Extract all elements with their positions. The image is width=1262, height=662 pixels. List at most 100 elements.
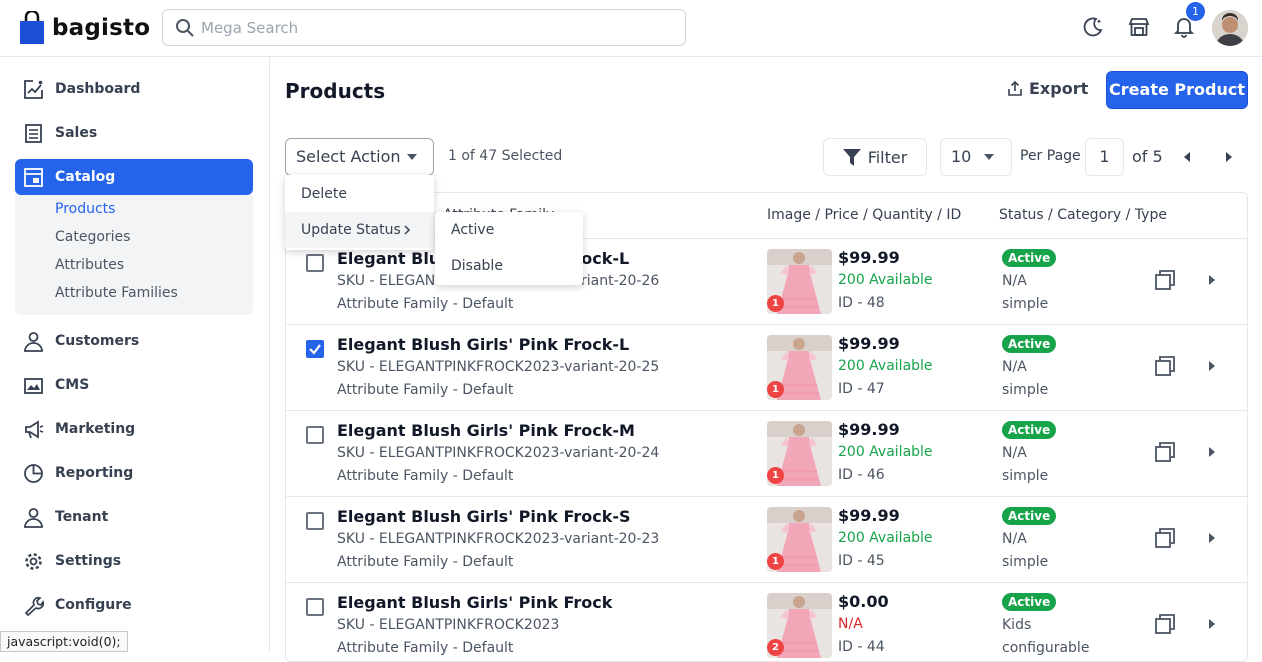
avatar[interactable] — [1212, 10, 1248, 46]
sidebar-item-label: Reporting — [55, 465, 134, 481]
copy-icon[interactable] — [1155, 442, 1175, 462]
copy-icon[interactable] — [1155, 356, 1175, 376]
product-name[interactable]: Elegant Blush Girls' Pink Frock — [337, 593, 612, 612]
sidebar-subitem-products[interactable]: Products — [55, 201, 115, 217]
product-category: N/A — [1002, 359, 1027, 375]
product-name[interactable]: Elegant Blush Girls' Pink Frock-L — [337, 335, 629, 354]
status-badge: Active — [1002, 249, 1057, 267]
status-option-disable[interactable]: Disable — [451, 258, 503, 274]
sidebar-item-tenant[interactable]: Tenant — [15, 499, 253, 535]
sidebar-subitem-categories[interactable]: Categories — [55, 229, 130, 245]
copy-icon[interactable] — [1155, 614, 1175, 634]
copy-icon[interactable] — [1155, 528, 1175, 548]
sidebar-item-reporting[interactable]: Reporting — [15, 455, 253, 491]
row-checkbox[interactable] — [306, 426, 324, 444]
product-sku: SKU - ELEGANTPINKFROCK2023-variant-20-23 — [337, 531, 660, 547]
product-price: $99.99 — [838, 420, 900, 439]
brand-name: bagisto — [52, 14, 151, 41]
sidebar-item-settings[interactable]: Settings — [15, 543, 253, 579]
sidebar-item-label: Dashboard — [55, 81, 141, 97]
search-input[interactable] — [201, 10, 671, 45]
search-box[interactable] — [162, 9, 686, 46]
storefront-icon[interactable] — [1128, 16, 1150, 38]
row-checkbox[interactable] — [306, 254, 324, 272]
filter-button[interactable]: Filter — [823, 138, 927, 176]
table-row: Elegant Blush Girls' Pink Frock-LSKU - E… — [286, 239, 1247, 325]
dark-mode-icon[interactable] — [1082, 16, 1104, 38]
action-dropdown-menu: Delete Update Status — [285, 175, 434, 250]
caret-down-icon — [984, 154, 994, 160]
row-expand-icon[interactable] — [1209, 533, 1215, 543]
per-page-select[interactable]: 10 — [940, 138, 1012, 176]
create-product-button[interactable]: Create Product — [1106, 71, 1248, 109]
sidebar-item-dashboard[interactable]: Dashboard — [15, 71, 253, 107]
product-attribute-family: Attribute Family - Default — [337, 382, 514, 398]
sales-icon — [25, 123, 42, 143]
update-status-label: Update Status — [301, 222, 401, 238]
delete-menu-item[interactable]: Delete — [285, 176, 434, 212]
table-row: Elegant Blush Girls' Pink Frock-S SKU - E… — [286, 497, 1247, 583]
product-name[interactable]: Elegant Blush Girls' Pink Frock-S — [337, 507, 631, 526]
sidebar-item-sales[interactable]: Sales — [15, 115, 253, 151]
product-name[interactable]: Elegant Blush Girls' Pink Frock-M — [337, 421, 635, 440]
product-price: $99.99 — [838, 506, 900, 525]
dashboard-icon — [24, 79, 43, 99]
product-sku: SKU - ELEGANTPINKFROCK2023-variant-20-24 — [337, 445, 660, 461]
update-status-submenu: Active Disable — [435, 212, 583, 285]
sidebar-item-configure[interactable]: Configure — [15, 587, 253, 623]
row-expand-icon[interactable] — [1209, 361, 1215, 371]
column-header-image-price[interactable]: Image / Price / Quantity / ID — [767, 207, 961, 223]
sidebar-item-label: Tenant — [55, 509, 109, 525]
product-quantity: 200 Available — [838, 530, 933, 546]
sidebar-item-marketing[interactable]: Marketing — [15, 411, 253, 447]
page-title: Products — [285, 79, 386, 103]
next-page-icon[interactable] — [1226, 152, 1232, 162]
image-count-badge: 1 — [767, 553, 784, 570]
prev-page-icon[interactable] — [1184, 152, 1190, 162]
update-status-menu-item[interactable]: Update Status — [285, 212, 434, 248]
sidebar-item-customers[interactable]: Customers — [15, 323, 253, 359]
image-count-badge: 1 — [767, 295, 784, 312]
row-checkbox[interactable] — [306, 512, 324, 530]
sidebar-item-catalog[interactable]: Catalog — [15, 159, 253, 195]
sidebar-subitem-attributes[interactable]: Attributes — [55, 257, 124, 273]
product-attribute-family: Attribute Family - Default — [337, 640, 514, 656]
sidebar-item-label: CMS — [55, 377, 90, 393]
column-header-status[interactable]: Status / Category / Type — [999, 207, 1167, 223]
reporting-icon — [24, 463, 43, 483]
filter-icon — [842, 148, 861, 166]
product-quantity: 200 Available — [838, 358, 933, 374]
select-action-dropdown[interactable]: Select Action — [285, 138, 434, 176]
row-checkbox[interactable] — [306, 340, 324, 358]
product-quantity: N/A — [838, 616, 863, 632]
wrench-icon — [24, 596, 44, 616]
product-type: simple — [1002, 554, 1049, 570]
export-button[interactable]: Export — [1007, 79, 1088, 98]
row-expand-icon[interactable] — [1209, 275, 1215, 285]
sidebar-item-label: Marketing — [55, 421, 136, 437]
copy-icon[interactable] — [1155, 270, 1175, 290]
row-expand-icon[interactable] — [1209, 447, 1215, 457]
page-number-input[interactable]: 1 — [1085, 138, 1124, 176]
select-action-label: Select Action — [296, 147, 401, 166]
row-expand-icon[interactable] — [1209, 619, 1215, 629]
catalog-submenu: Products Categories Attributes Attribute… — [15, 195, 253, 315]
product-price: $99.99 — [838, 248, 900, 267]
status-badge: Active — [1002, 335, 1057, 353]
export-icon — [1008, 80, 1022, 96]
logo[interactable]: bagisto — [19, 11, 150, 44]
status-option-active[interactable]: Active — [451, 222, 494, 238]
row-checkbox[interactable] — [306, 598, 324, 616]
product-price: $0.00 — [838, 592, 889, 611]
product-quantity: 200 Available — [838, 272, 933, 288]
sidebar-item-cms[interactable]: CMS — [15, 367, 253, 403]
product-attribute-family: Attribute Family - Default — [337, 468, 514, 484]
search-icon — [176, 19, 194, 37]
sidebar-subitem-attribute-families[interactable]: Attribute Families — [55, 285, 178, 301]
browser-status-bar: javascript:void(0); — [0, 631, 128, 652]
status-badge: Active — [1002, 593, 1057, 611]
image-count-badge: 2 — [767, 639, 784, 656]
status-badge: Active — [1002, 507, 1057, 525]
image-count-badge: 1 — [767, 467, 784, 484]
table-row: Elegant Blush Girls' Pink Frock-LSKU - E… — [286, 325, 1247, 411]
